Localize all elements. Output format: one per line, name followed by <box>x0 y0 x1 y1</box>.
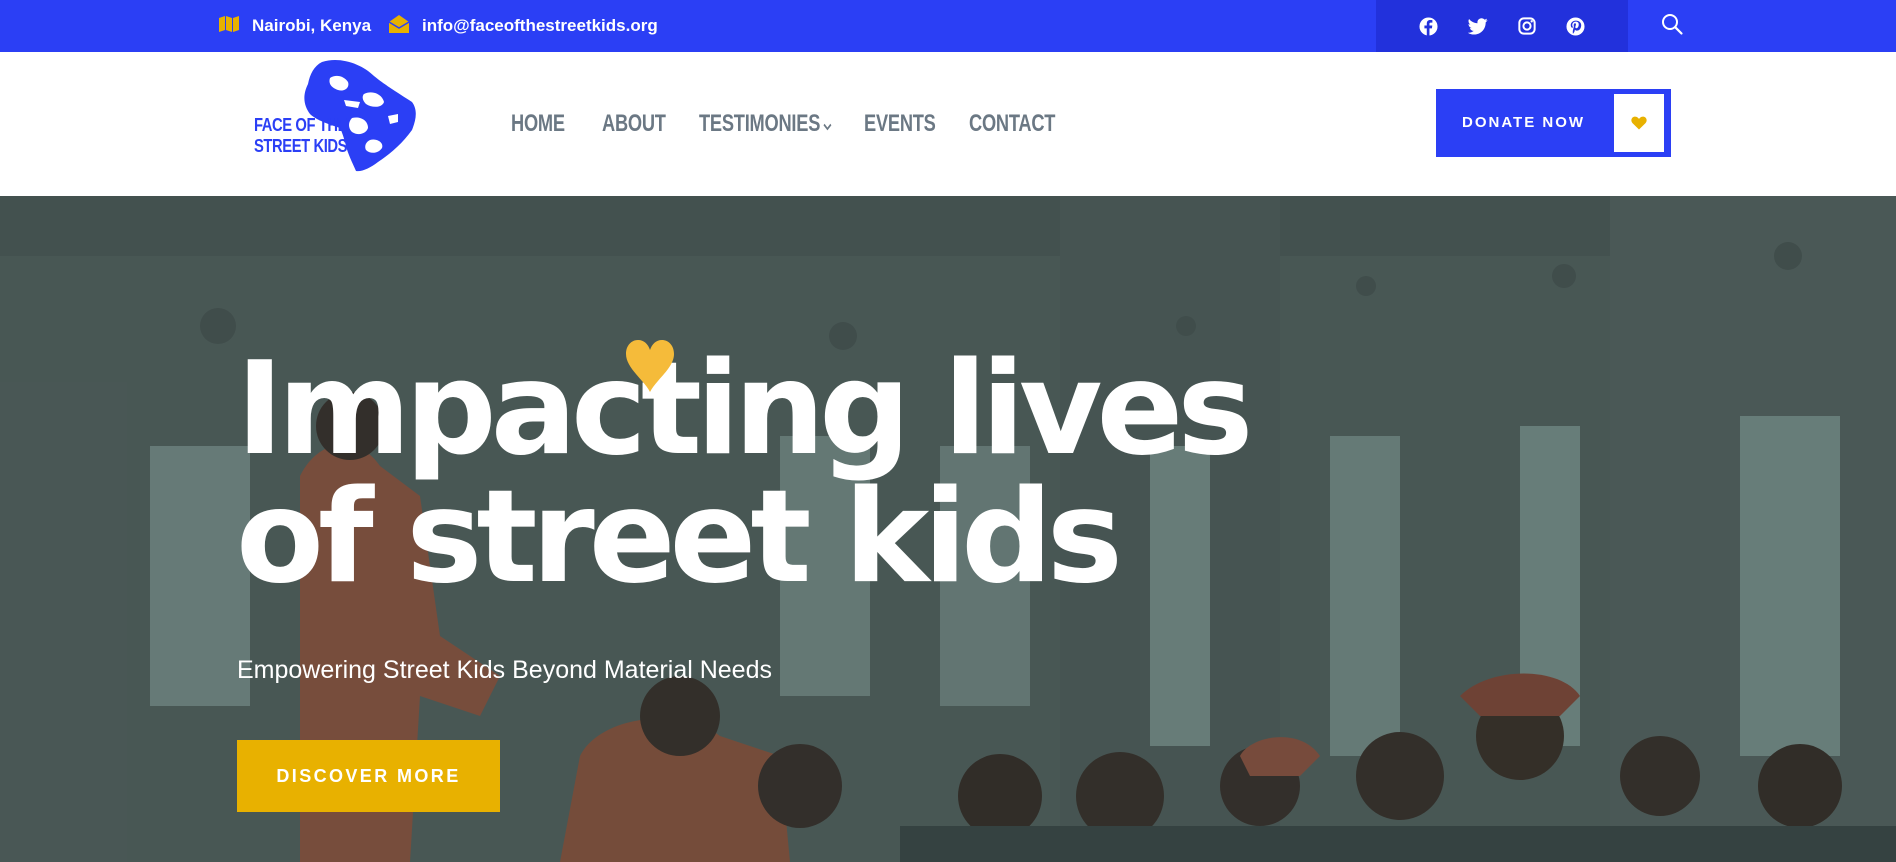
nav-testimonies-label: TESTIMONIES <box>699 110 821 137</box>
social-links <box>1376 0 1628 52</box>
heart-icon <box>622 338 678 399</box>
email-link[interactable]: info@faceofthestreetkids.org <box>422 16 658 36</box>
nav-testimonies[interactable]: TESTIMONIES <box>699 110 832 138</box>
nav-about[interactable]: ABOUT <box>602 110 676 138</box>
hero-section: Impacting lives of street kids Empowerin… <box>0 196 1896 862</box>
hero-subtitle: Empowering Street Kids Beyond Material N… <box>237 656 772 684</box>
logo-text: FACE OF THE STREET KIDS <box>254 115 347 157</box>
heart-icon <box>1614 94 1664 152</box>
top-bar: Nairobi, Kenya info@faceofthestreetkids.… <box>0 0 1896 52</box>
hero-headline-line-2: of street kids <box>236 463 1123 612</box>
site-logo[interactable]: FACE OF THE STREET KIDS <box>252 58 422 174</box>
location-info: Nairobi, Kenya <box>218 0 371 52</box>
donate-label: DONATE NOW <box>1462 114 1586 131</box>
hero-headline-line-1: Impacting lives <box>236 335 1253 484</box>
search-icon[interactable] <box>1660 12 1686 38</box>
envelope-open-icon <box>388 14 422 39</box>
nav-contact[interactable]: CONTACT <box>969 110 1055 138</box>
pinterest-icon[interactable] <box>1565 16 1586 37</box>
facebook-icon[interactable] <box>1418 16 1439 37</box>
main-nav: HOME ABOUT TESTIMONIES EVENTS CONTACT <box>511 52 1082 196</box>
discover-more-button[interactable]: DISCOVER MORE <box>237 740 500 812</box>
donate-button[interactable]: DONATE NOW <box>1436 89 1671 157</box>
site-header: FACE OF THE STREET KIDS HOME ABOUT TESTI… <box>0 52 1896 196</box>
instagram-icon[interactable] <box>1516 16 1537 37</box>
logo-line-2: STREET KIDS <box>254 136 348 156</box>
nav-events[interactable]: EVENTS <box>864 110 944 138</box>
logo-line-1: FACE OF THE <box>254 115 348 135</box>
email-info[interactable]: info@faceofthestreetkids.org <box>388 0 658 52</box>
hero-headline: Impacting lives of street kids <box>236 335 1253 612</box>
location-text: Nairobi, Kenya <box>252 16 372 35</box>
nav-home[interactable]: HOME <box>511 110 580 138</box>
chevron-down-icon <box>823 110 832 138</box>
map-icon <box>218 15 252 38</box>
twitter-icon[interactable] <box>1467 16 1488 37</box>
